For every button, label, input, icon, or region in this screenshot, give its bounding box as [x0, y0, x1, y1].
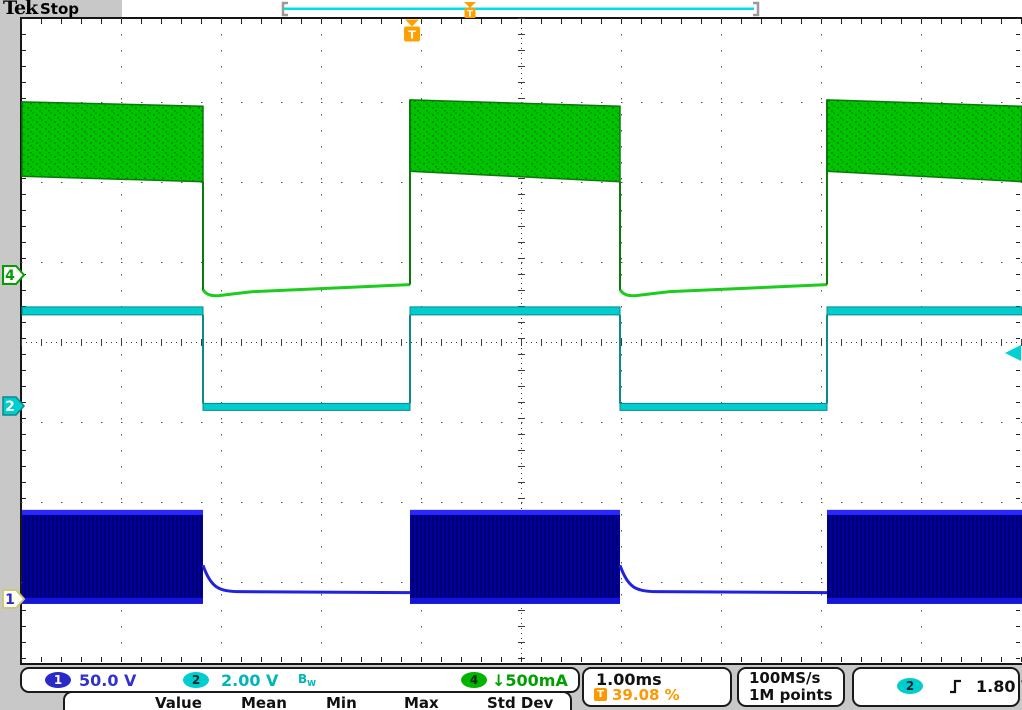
rising-edge-slope-icon [948, 678, 964, 694]
trigger-source-badge[interactable]: 2 [897, 678, 923, 694]
trigger-t-label: T [408, 29, 416, 42]
horizontal-readout-box[interactable]: 1.00ms T 39.08 % [582, 667, 732, 707]
oscilloscope-screen: Tek Stop [0, 0, 1022, 710]
meas-col-stddev: Std Dev [487, 694, 553, 710]
measurement-table-header: Value Mean Min Max Std Dev [63, 691, 572, 710]
ch4-low-line [203, 285, 410, 296]
ch1-band-bottom-edge [22, 598, 203, 604]
ch2-high-level [410, 307, 620, 315]
ch2-low-level [620, 403, 827, 410]
trigger-position-readout[interactable]: 39.08 % [612, 686, 680, 704]
traces [22, 100, 1022, 604]
meas-col-value: Value [155, 694, 202, 710]
ch2-high-level [22, 307, 203, 315]
meas-col-min: Min [326, 694, 357, 710]
ch1-marker-label: 1 [5, 592, 15, 608]
ch4-marker-label: 4 [5, 268, 15, 284]
acquisition-readout-box[interactable]: 100MS/s 1M points [737, 667, 845, 707]
ch4-high-band [827, 100, 1022, 182]
ch1-band-bottom-edge [410, 598, 620, 604]
ch2-marker-label: 2 [5, 399, 15, 415]
ch4-high-band [22, 102, 203, 182]
ch1-pwm-band [827, 510, 1022, 604]
ch2-badge[interactable]: 2 [183, 672, 209, 688]
ch1-band-top-edge [410, 510, 620, 515]
trigger-t-chip-icon: T [594, 688, 607, 701]
ch4-low-line [620, 285, 827, 296]
record-length-readout: 1M points [749, 686, 833, 704]
ch1-off-decay-line [620, 565, 827, 592]
ch2-low-level [203, 403, 410, 410]
ch1-badge[interactable]: 1 [45, 672, 71, 688]
record-trigger-arrow-icon [464, 2, 476, 8]
ch1-band-top-edge [827, 510, 1022, 515]
channel-marker-ch4[interactable]: 4 [3, 266, 24, 284]
ch4-badge[interactable]: 4 [461, 672, 487, 688]
ch1-band-top-edge [22, 510, 203, 515]
waveform-layer: T T 4 2 1 [0, 0, 1022, 710]
record-view-bar[interactable]: T [283, 2, 758, 20]
meas-col-max: Max [404, 694, 439, 710]
ch4-high-band [410, 100, 620, 182]
trigger-level-readout[interactable]: 1.80 V [976, 677, 1022, 696]
ch1-pwm-band [410, 510, 620, 604]
ch4-scale-readout[interactable]: ↓500mA [492, 671, 568, 690]
channel-readout-box[interactable]: 1 50.0 V 2 2.00 V BW 4 ↓500mA [20, 667, 580, 693]
channel-marker-ch2[interactable]: 2 [3, 397, 24, 415]
record-trigger-t-label: T [467, 10, 474, 20]
ch1-pwm-band [22, 510, 203, 604]
sample-rate-readout: 100MS/s [749, 669, 820, 687]
channel-marker-ch1[interactable]: 1 [3, 590, 24, 608]
ch1-band-bottom-edge [827, 598, 1022, 604]
ch1-off-decay-line [203, 565, 410, 592]
trigger-readout-box[interactable]: 2 1.80 V [852, 667, 1020, 707]
meas-col-mean: Mean [241, 694, 287, 710]
trigger-position-marker[interactable]: T [404, 20, 420, 42]
record-view-line [284, 8, 754, 11]
ch2-high-level [827, 307, 1022, 315]
ch2-scale-readout[interactable]: 2.00 V [221, 671, 278, 690]
trigger-level-arrow-icon[interactable] [1005, 345, 1021, 361]
ch1-scale-readout[interactable]: 50.0 V [79, 671, 136, 690]
trigger-arrow-icon [405, 20, 419, 27]
ch2-bandwidth-limit-icon: BW [298, 672, 316, 688]
